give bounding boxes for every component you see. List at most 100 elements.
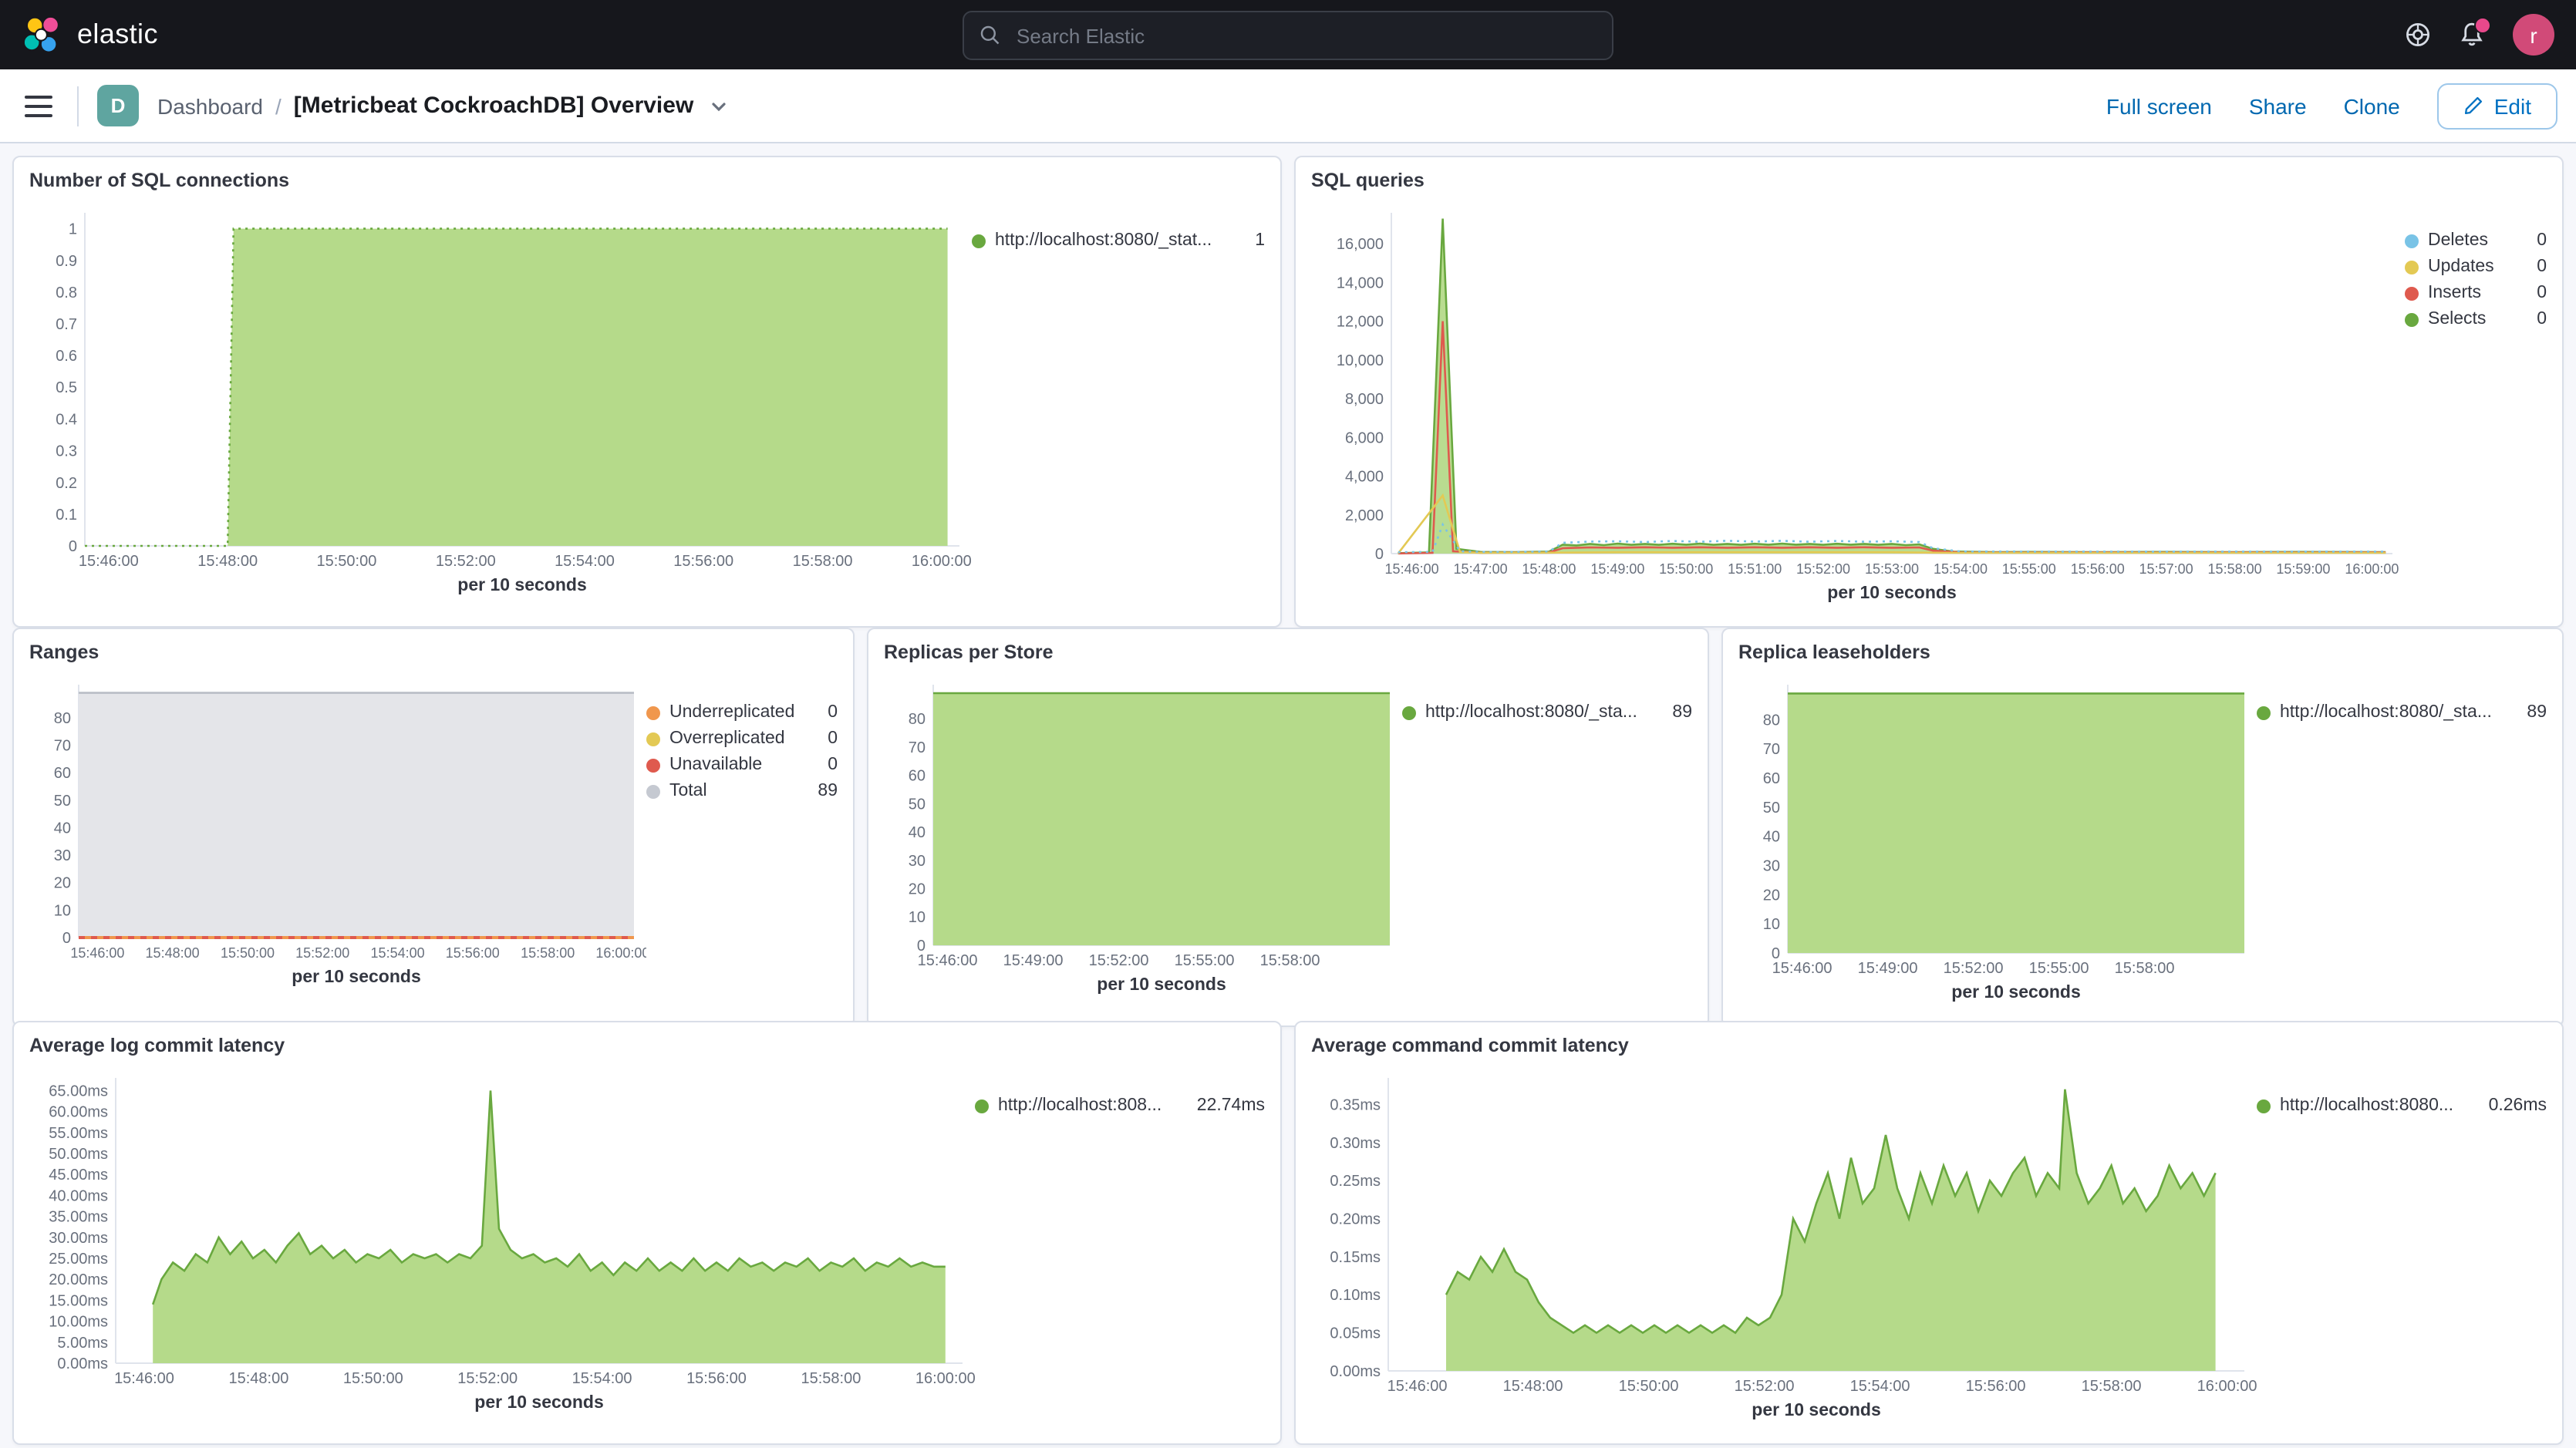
breadcrumb-dashboard[interactable]: Dashboard: [157, 93, 263, 118]
svg-text:15:46:00: 15:46:00: [1772, 960, 1833, 977]
svg-text:0.7: 0.7: [56, 316, 77, 333]
svg-text:15:59:00: 15:59:00: [2276, 561, 2330, 577]
legend-value: 0: [818, 729, 838, 748]
panel-ranges: Ranges 0102030405060708015:46:0015:48:00…: [12, 628, 855, 1027]
legend-item[interactable]: Updates0: [2405, 258, 2547, 276]
svg-text:15:50:00: 15:50:00: [316, 553, 376, 570]
legend-item[interactable]: Deletes0: [2405, 231, 2547, 250]
svg-text:15:50:00: 15:50:00: [343, 1370, 403, 1387]
legend-item[interactable]: Total89: [646, 782, 838, 800]
panel-title[interactable]: Replicas per Store: [884, 641, 1692, 663]
svg-text:2,000: 2,000: [1345, 507, 1384, 524]
svg-text:14,000: 14,000: [1337, 274, 1384, 291]
chart-ranges[interactable]: 0102030405060708015:46:0015:48:0015:50:0…: [29, 666, 646, 1013]
svg-text:50: 50: [1763, 800, 1780, 817]
svg-text:25.00ms: 25.00ms: [49, 1251, 108, 1268]
edit-button[interactable]: Edit: [2437, 83, 2557, 129]
share-link[interactable]: Share: [2249, 93, 2307, 118]
svg-text:per 10 seconds: per 10 seconds: [1752, 1399, 1880, 1419]
elastic-logo[interactable]: elastic: [22, 15, 158, 55]
legend-item[interactable]: http://localhost:808...22.74ms: [975, 1096, 1265, 1115]
svg-text:0.6: 0.6: [56, 348, 77, 365]
svg-text:per 10 seconds: per 10 seconds: [1951, 982, 2080, 1002]
help-icon[interactable]: [2405, 22, 2431, 48]
chevron-down-icon[interactable]: [706, 93, 730, 118]
search-icon: [979, 25, 1001, 46]
panel-title[interactable]: Number of SQL connections: [29, 170, 1265, 191]
svg-text:40: 40: [1763, 829, 1780, 846]
legend-color-dot: [2405, 234, 2419, 248]
chart-sql-queries[interactable]: 02,0004,0006,0008,00010,00012,00014,0001…: [1311, 194, 2405, 614]
legend-item[interactable]: Inserts0: [2405, 284, 2547, 302]
svg-text:40: 40: [909, 824, 926, 841]
dashboard-space-badge[interactable]: D: [97, 85, 139, 126]
legend-item[interactable]: Selects0: [2405, 310, 2547, 328]
panel-avg-log-commit-latency: Average log commit latency 0.00ms5.00ms1…: [12, 1021, 1282, 1445]
svg-text:12,000: 12,000: [1337, 314, 1384, 331]
svg-text:0: 0: [69, 538, 77, 555]
chart-avg-command-commit-latency[interactable]: 0.00ms0.05ms0.10ms0.15ms0.20ms0.25ms0.30…: [1311, 1059, 2257, 1431]
user-avatar[interactable]: r: [2513, 14, 2554, 56]
svg-text:30: 30: [54, 847, 71, 864]
svg-text:0.15ms: 0.15ms: [1330, 1249, 1381, 1266]
svg-text:per 10 seconds: per 10 seconds: [1827, 582, 1956, 602]
legend-label: http://localhost:8080...: [2280, 1096, 2453, 1115]
svg-text:15:48:00: 15:48:00: [228, 1370, 288, 1387]
dashboard-toolbar: D Dashboard / [Metricbeat CockroachDB] O…: [0, 69, 2576, 143]
legend-item[interactable]: Unavailable0: [646, 756, 838, 774]
legend-value: 1: [1246, 231, 1265, 250]
chart-replica-leaseholders[interactable]: 0102030405060708015:46:0015:49:0015:52:0…: [1738, 666, 2257, 1013]
page-title: [Metricbeat CockroachDB] Overview: [294, 93, 694, 119]
clone-link[interactable]: Clone: [2344, 93, 2400, 118]
svg-text:15:48:00: 15:48:00: [1522, 561, 1576, 577]
legend-item[interactable]: Underreplicated0: [646, 703, 838, 722]
legend-item[interactable]: http://localhost:8080/_sta...89: [1402, 703, 1692, 722]
svg-text:4,000: 4,000: [1345, 469, 1384, 486]
legend-avg-log-commit-latency: http://localhost:808...22.74ms: [975, 1059, 1265, 1431]
legend-color-dot: [2257, 1099, 2271, 1113]
svg-text:15:56:00: 15:56:00: [2071, 561, 2125, 577]
legend-item[interactable]: http://localhost:8080/_sta...89: [2257, 703, 2547, 722]
notification-dot: [2474, 17, 2491, 34]
breadcrumb-separator: /: [275, 93, 282, 118]
global-search[interactable]: [963, 11, 1613, 60]
svg-text:15:58:00: 15:58:00: [2082, 1378, 2142, 1395]
hamburger-menu-icon[interactable]: [19, 89, 59, 123]
search-input[interactable]: [1013, 22, 1597, 49]
alerts-bell-icon[interactable]: [2459, 22, 2485, 48]
chart-replicas-per-store[interactable]: 0102030405060708015:46:0015:49:0015:52:0…: [884, 666, 1402, 1013]
dashboard-row-2: Ranges 0102030405060708015:46:0015:48:00…: [12, 628, 2564, 1009]
svg-text:16:00:00: 16:00:00: [912, 553, 972, 570]
legend-item[interactable]: http://localhost:8080...0.26ms: [2257, 1096, 2547, 1115]
svg-text:15:54:00: 15:54:00: [1934, 561, 1988, 577]
panel-title[interactable]: Replica leaseholders: [1738, 641, 2547, 663]
legend-ranges: Underreplicated0 Overreplicated 0 Unavailab…: [646, 666, 838, 1013]
chart-avg-log-commit-latency[interactable]: 0.00ms5.00ms10.00ms15.00ms20.00ms25.00ms…: [29, 1059, 975, 1431]
panel-replicas-per-store: Replicas per Store 0102030405060708015:4…: [867, 628, 1709, 1027]
panel-title[interactable]: Average command commit latency: [1311, 1035, 2547, 1056]
legend-avg-command-commit-latency: http://localhost:8080...0.26ms: [2257, 1059, 2547, 1431]
panel-title[interactable]: Average log commit latency: [29, 1035, 1265, 1056]
svg-text:16:00:00: 16:00:00: [915, 1370, 975, 1387]
svg-text:20: 20: [909, 881, 926, 898]
legend-item[interactable]: http://localhost:8080/_stat...1: [972, 231, 1265, 250]
svg-text:16:00:00: 16:00:00: [2345, 561, 2399, 577]
legend-value: 0: [2527, 284, 2547, 302]
svg-text:0.00ms: 0.00ms: [1330, 1363, 1381, 1380]
svg-text:15:55:00: 15:55:00: [1175, 952, 1235, 969]
legend-item[interactable]: Overreplicated 0: [646, 729, 838, 748]
edit-button-label: Edit: [2494, 93, 2531, 118]
panel-title[interactable]: SQL queries: [1311, 170, 2547, 191]
svg-text:65.00ms: 65.00ms: [49, 1083, 108, 1099]
legend-label: http://localhost:808...: [998, 1096, 1162, 1115]
svg-text:15:58:00: 15:58:00: [521, 945, 575, 961]
svg-text:15:52:00: 15:52:00: [1735, 1378, 1795, 1395]
svg-text:1: 1: [69, 221, 77, 238]
svg-text:15:48:00: 15:48:00: [146, 945, 200, 961]
chart-sql-connections[interactable]: 00.10.20.30.40.50.60.70.80.9115:46:0015:…: [29, 194, 972, 614]
panel-title[interactable]: Ranges: [29, 641, 838, 663]
legend-label: Overreplicated: [669, 729, 785, 748]
svg-text:50: 50: [54, 793, 71, 810]
panel-sql-queries: SQL queries 02,0004,0006,0008,00010,0001…: [1294, 156, 2564, 628]
full-screen-link[interactable]: Full screen: [2106, 93, 2212, 118]
